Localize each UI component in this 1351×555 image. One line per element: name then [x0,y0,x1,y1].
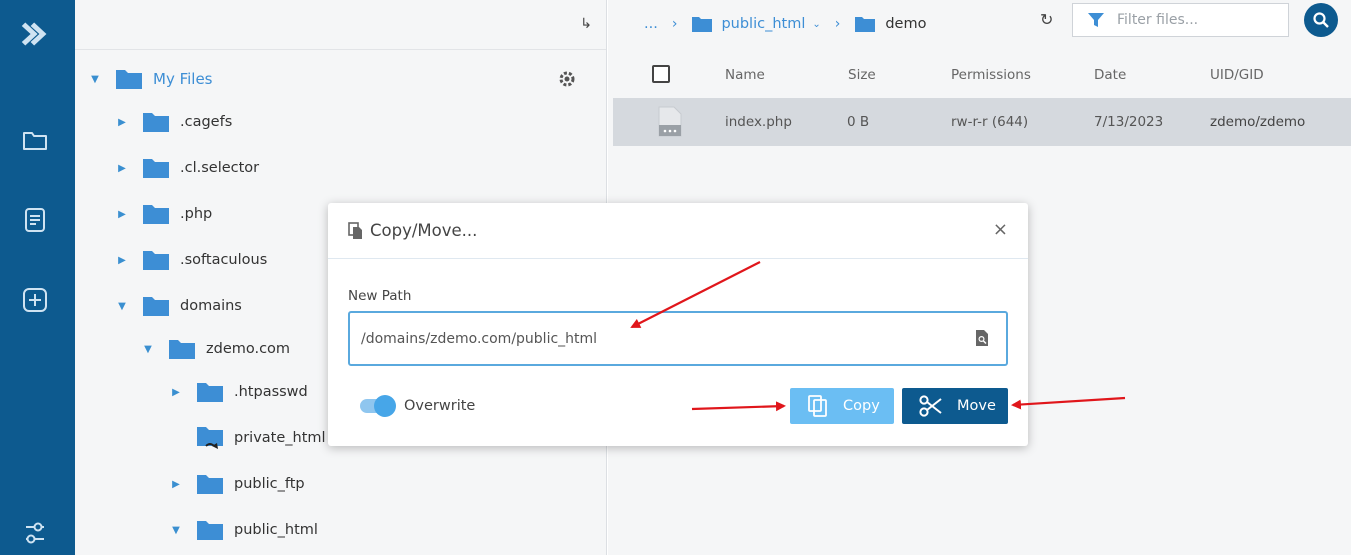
copy-move-dialog: Copy/Move... × New Path Overwrite Copy M… [328,203,1028,446]
folder-link-icon [197,427,223,449]
files-folder-icon[interactable] [20,125,50,155]
tree-item-label: .php [180,206,213,222]
chevron-right-icon: › [671,16,678,32]
expand-arrow-icon[interactable]: ▶ [116,209,128,220]
expand-arrow-icon[interactable]: ▼ [142,344,154,355]
tree-root-label: My Files [153,70,213,88]
refresh-icon[interactable]: ↻ [1040,10,1053,29]
expand-arrow-icon[interactable]: ▶ [116,163,128,174]
search-icon [1313,12,1329,28]
tree-item-private-html[interactable]: private_html [170,424,326,452]
expand-arrow-icon[interactable]: ▶ [116,255,128,266]
copy-button[interactable]: Copy [790,388,894,424]
column-size[interactable]: Size [848,67,876,83]
folder-icon [692,17,713,32]
breadcrumb-label: public_html [721,16,806,32]
tree-item-htpasswd[interactable]: ▶ .htpasswd [170,378,308,406]
tree-item-label: .cl.selector [180,160,260,176]
collapse-arrow-icon[interactable]: ↳ [580,16,592,32]
new-path-label: New Path [348,288,412,304]
filter-funnel-icon [1088,13,1104,27]
folder-icon [197,521,223,540]
tree-item-domains[interactable]: ▼ domains [116,292,242,320]
table-row[interactable]: index.php 0 B rw-r-r (644) 7/13/2023 zde… [613,98,1351,146]
settings-sliders-icon[interactable] [20,518,50,548]
breadcrumb-ellipsis[interactable]: ... [644,16,658,32]
tree-item-label: .softaculous [180,252,268,268]
tree-item-cl-selector[interactable]: ▶ .cl.selector [116,154,259,182]
dialog-header: Copy/Move... × [328,203,1028,259]
expand-arrow-icon[interactable]: ▶ [116,117,128,128]
chevron-right-icon: › [834,16,841,32]
folder-icon [197,475,223,494]
expand-arrow-icon[interactable]: ▶ [170,387,182,398]
tree-item-label: zdemo.com [206,341,291,357]
overwrite-toggle[interactable] [360,395,396,417]
breadcrumb-public-html[interactable]: public_html ⌄ [691,15,821,33]
select-all-checkbox[interactable] [652,65,670,83]
overwrite-label: Overwrite [404,398,476,414]
tree-item-php[interactable]: ▶ .php [116,200,212,228]
filter-files-input[interactable]: Filter files... [1072,3,1289,37]
move-button-label: Move [957,398,996,414]
search-button[interactable] [1304,3,1338,37]
column-date[interactable]: Date [1094,67,1126,83]
folder-icon [143,113,169,132]
tree-item-label: domains [180,298,242,314]
gear-icon[interactable] [558,70,576,92]
breadcrumb-label: demo [885,16,927,32]
column-uid-gid[interactable]: UID/GID [1210,67,1264,83]
column-permissions[interactable]: Permissions [951,67,1031,83]
new-path-input[interactable] [348,311,1008,366]
tree-root-my-files[interactable]: ▼ My Files [89,65,213,93]
expand-arrow-icon[interactable]: ▼ [89,74,101,85]
tree-item-label: public_ftp [234,476,305,492]
expand-arrow-icon[interactable]: ▶ [170,479,182,490]
move-button[interactable]: Move [902,388,1008,424]
copy-file-icon [348,221,362,239]
document-icon[interactable] [20,205,50,235]
folder-icon [143,297,169,316]
filter-placeholder: Filter files... [1117,12,1199,28]
add-square-icon[interactable] [20,285,50,315]
app-logo-icon[interactable] [20,19,50,49]
table-header: Name Size Permissions Date UID/GID [608,55,1351,93]
browse-folder-icon[interactable] [974,329,990,351]
php-file-icon [657,106,683,142]
tree-item-label: private_html [234,430,326,446]
tree-item-public-ftp[interactable]: ▶ public_ftp [170,470,305,498]
tree-item-label: .htpasswd [234,384,308,400]
expand-arrow-icon[interactable]: ▼ [116,301,128,312]
tree-toolbar: ↳ [75,0,606,50]
file-date: 7/13/2023 [1094,114,1164,130]
breadcrumb-demo[interactable]: demo [854,15,926,33]
close-icon[interactable]: × [993,219,1008,240]
folder-icon [116,70,142,89]
chevron-down-icon[interactable]: ⌄ [812,19,820,30]
tree-item-softaculous[interactable]: ▶ .softaculous [116,246,267,274]
folder-icon [143,159,169,178]
copy-icon [808,395,827,417]
expand-arrow-icon[interactable]: ▼ [170,525,182,536]
dialog-title: Copy/Move... [370,221,478,240]
tree-item-public-html[interactable]: ▼ public_html [170,516,318,544]
file-uid-gid: zdemo/zdemo [1210,114,1306,130]
tree-item-zdemo-com[interactable]: ▼ zdemo.com [142,335,290,363]
file-permissions: rw-r-r (644) [951,114,1029,130]
copy-button-label: Copy [843,398,880,414]
tree-item-cagefs[interactable]: ▶ .cagefs [116,108,232,136]
file-name[interactable]: index.php [725,114,792,130]
column-name[interactable]: Name [725,67,765,83]
file-size: 0 B [847,114,870,130]
folder-icon [855,17,876,32]
folder-icon [143,251,169,270]
tree-item-label: public_html [234,522,318,538]
folder-icon [169,340,195,359]
folder-icon [143,205,169,224]
tree-item-label: .cagefs [180,114,233,130]
folder-icon [197,383,223,402]
nav-rail [0,0,75,555]
scissors-icon [919,395,942,417]
